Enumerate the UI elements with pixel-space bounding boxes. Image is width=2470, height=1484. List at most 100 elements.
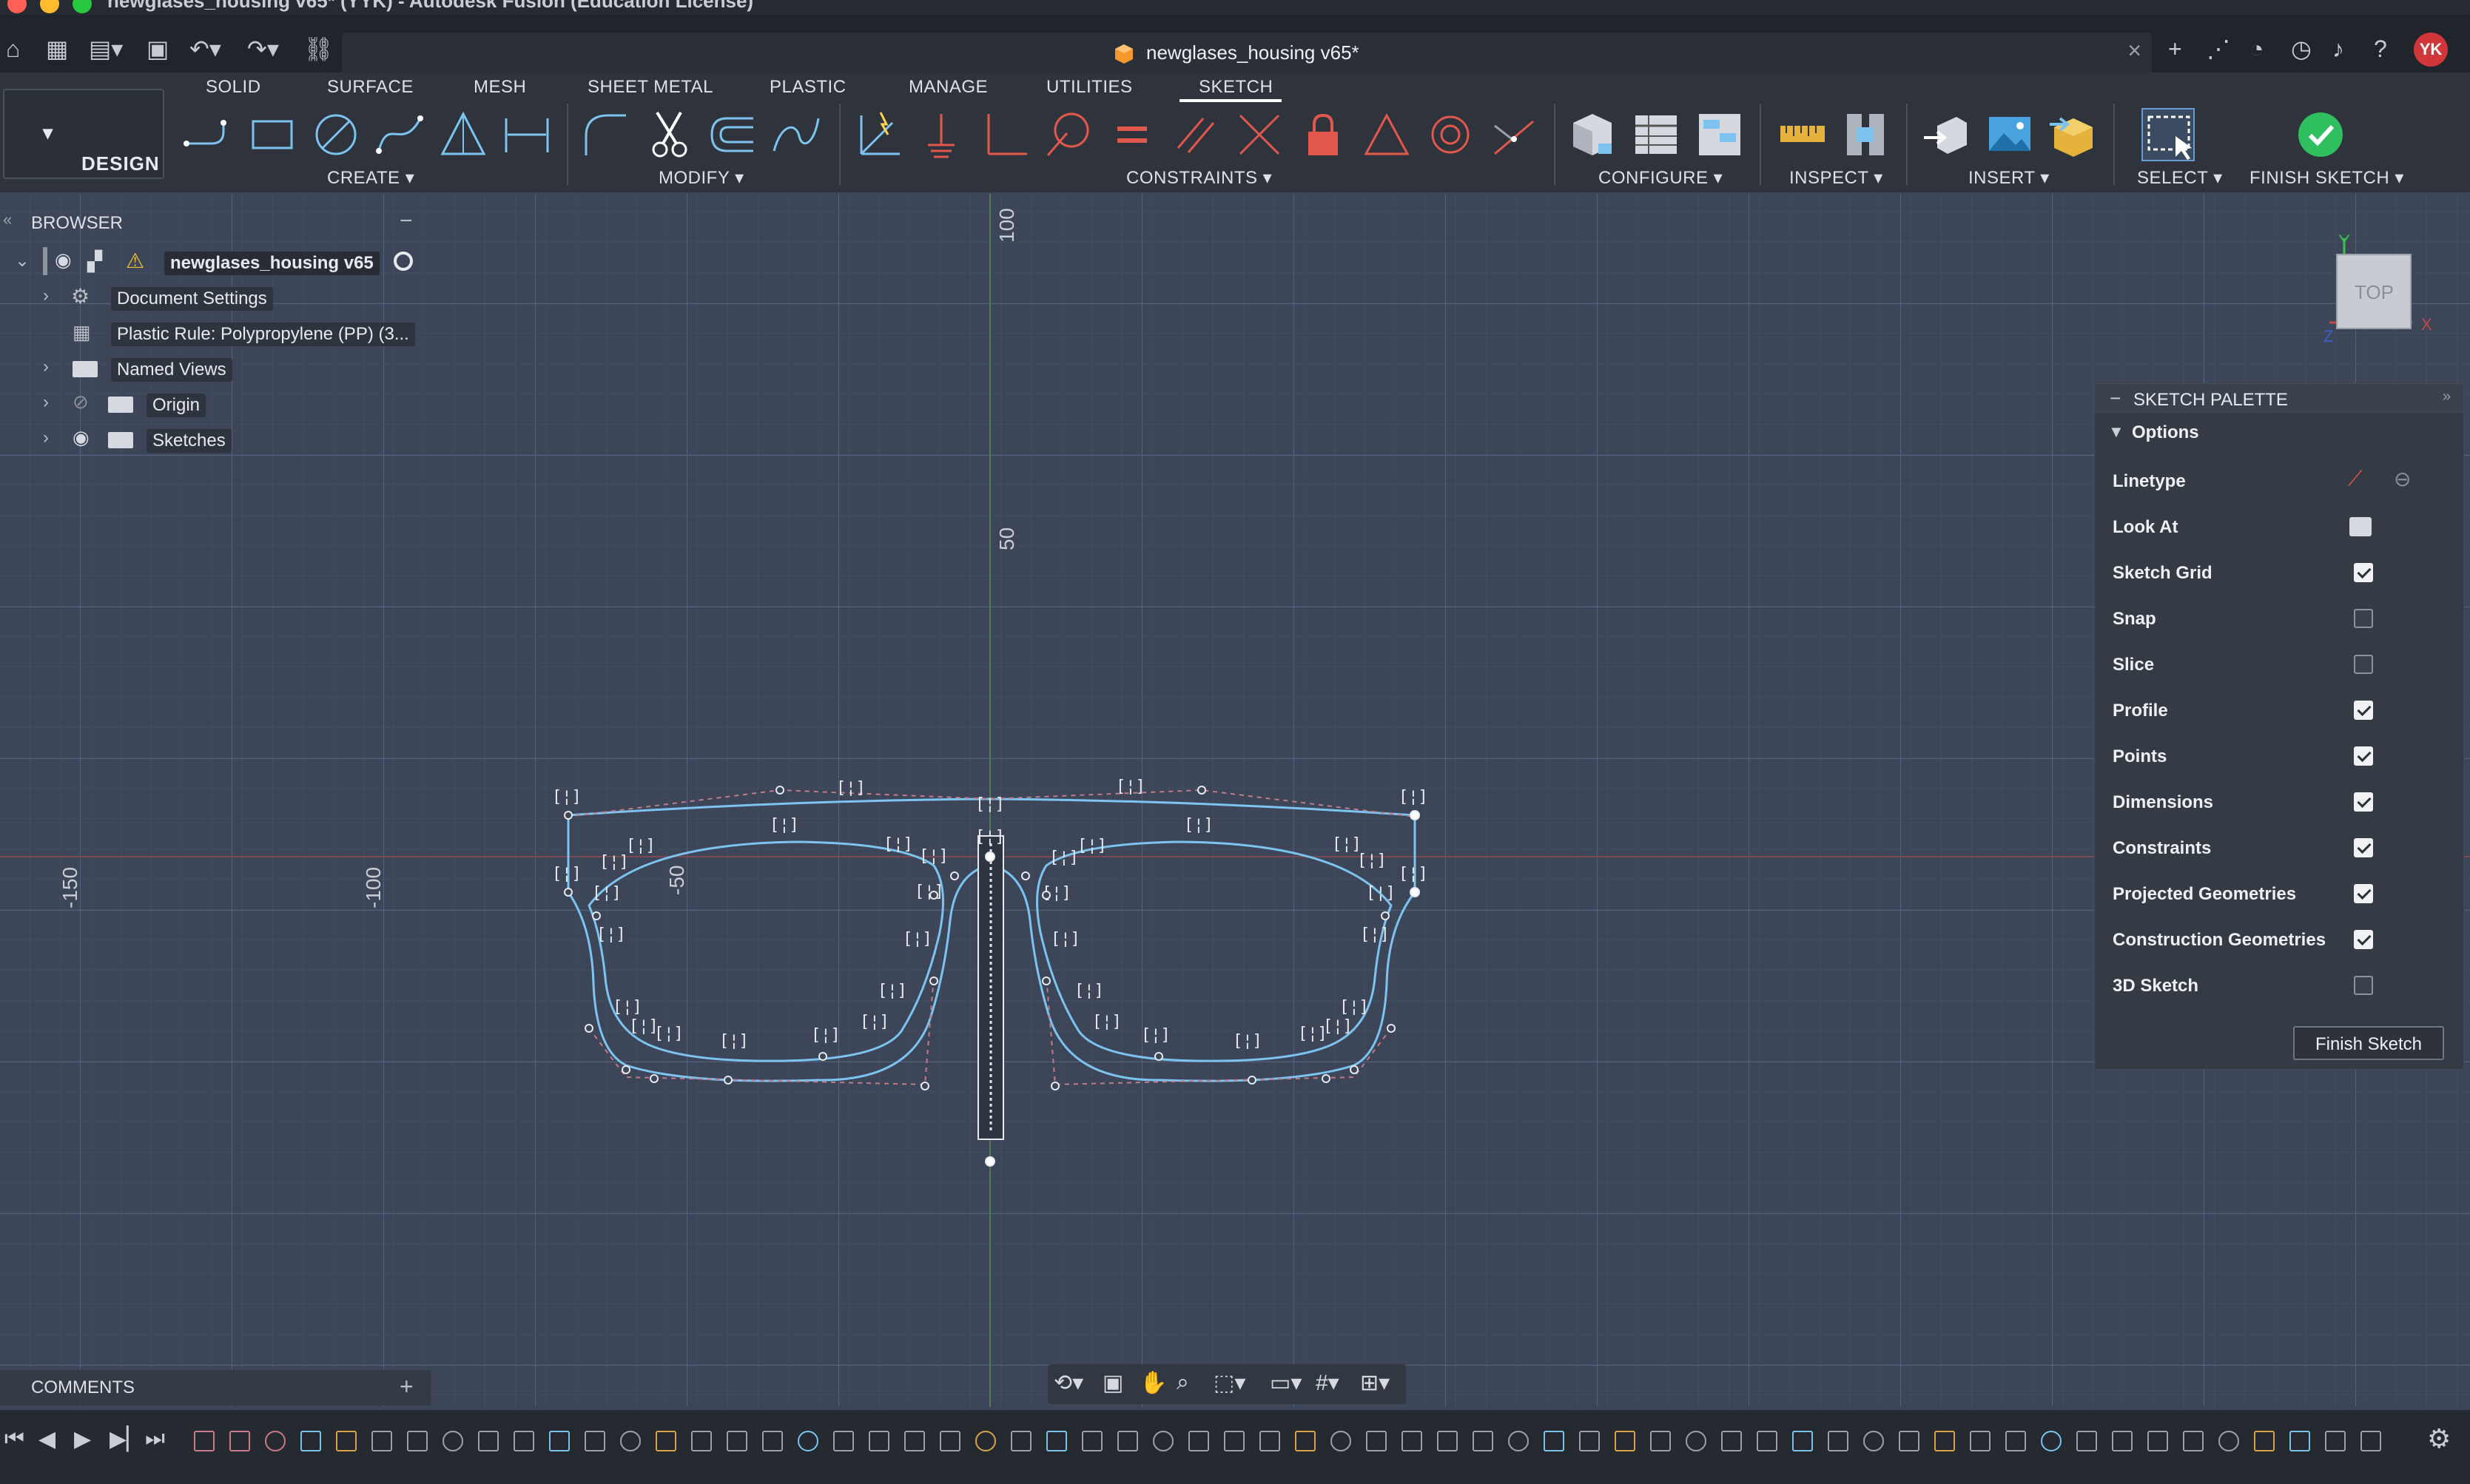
timeline-end-icon[interactable]: ⏭: [145, 1426, 165, 1451]
offset-tool-icon[interactable]: [706, 108, 759, 161]
timeline-feature-icon[interactable]: [1401, 1431, 1422, 1451]
notifications-bell-icon[interactable]: ♪: [2332, 34, 2344, 64]
timeline-feature-icon[interactable]: [2005, 1431, 2026, 1451]
insert-mesh-icon[interactable]: [2047, 108, 2100, 161]
mirror-triangle-tool-icon[interactable]: [437, 108, 490, 161]
projected-geometries-checkbox[interactable]: [2354, 884, 2373, 903]
timeline-feature-icon[interactable]: [300, 1431, 321, 1451]
insert-menu[interactable]: INSERT ▾: [1968, 167, 2050, 189]
timeline-feature-icon[interactable]: [1473, 1431, 1493, 1451]
tab-plastic[interactable]: PLASTIC: [770, 77, 847, 98]
3d-sketch-checkbox[interactable]: [2354, 976, 2373, 995]
timeline-feature-icon[interactable]: [1437, 1431, 1458, 1451]
timeline-feature-icon[interactable]: [1615, 1431, 1635, 1451]
timeline-settings-gear-icon[interactable]: ⚙: [2427, 1423, 2451, 1454]
timeline-feature-icon[interactable]: [585, 1431, 605, 1451]
timeline-feature-icon[interactable]: [1828, 1431, 1848, 1451]
select-menu[interactable]: SELECT ▾: [2137, 167, 2223, 189]
pan-hand-icon[interactable]: ✋: [1140, 1370, 1167, 1396]
timeline-feature-icon[interactable]: [869, 1431, 889, 1451]
tab-utilities[interactable]: UTILITIES: [1046, 77, 1133, 98]
timeline-feature-icon[interactable]: [1544, 1431, 1564, 1451]
help-icon[interactable]: ?: [2374, 34, 2387, 64]
circle-tool-icon[interactable]: [309, 108, 363, 161]
timeline-feature-icon[interactable]: [194, 1431, 215, 1451]
timeline-feature-icon[interactable]: [904, 1431, 925, 1451]
timeline-feature-icon[interactable]: [442, 1431, 463, 1451]
timeline-feature-icon[interactable]: [1188, 1431, 1209, 1451]
constraints-checkbox[interactable]: [2354, 838, 2373, 857]
save-icon[interactable]: ▣: [147, 34, 169, 64]
timeline-feature-icon[interactable]: [1934, 1431, 1955, 1451]
browser-collapse-icon[interactable]: «: [3, 210, 12, 229]
look-at-icon[interactable]: [2349, 517, 2372, 536]
timeline-step-forward-icon[interactable]: ▶▏: [110, 1426, 144, 1452]
chevron-down-icon[interactable]: ⌄: [15, 250, 30, 271]
home-icon[interactable]: ⌂: [6, 34, 20, 64]
comments-panel[interactable]: COMMENTS +: [0, 1370, 431, 1406]
timeline-feature-icon[interactable]: [762, 1431, 783, 1451]
timeline-feature-icon[interactable]: [265, 1431, 286, 1451]
timeline-feature-icon[interactable]: [2041, 1431, 2062, 1451]
timeline-feature-icon[interactable]: [407, 1431, 428, 1451]
concentric-constraint-icon[interactable]: [1424, 108, 1477, 161]
timeline-feature-icon[interactable]: [1046, 1431, 1067, 1451]
fix-unfix-constraint-icon[interactable]: [915, 108, 968, 161]
symmetry-constraint-icon[interactable]: [1360, 108, 1413, 161]
rectangle-tool-icon[interactable]: [246, 108, 299, 161]
visibility-eye-icon[interactable]: ◉: [73, 426, 90, 449]
orbit-icon[interactable]: ⟲▾: [1054, 1370, 1083, 1396]
timeline-feature-icon[interactable]: [2218, 1431, 2239, 1451]
dimensions-checkbox[interactable]: [2354, 792, 2373, 812]
timeline-feature-icon[interactable]: [833, 1431, 854, 1451]
timeline-feature-icon[interactable]: [1899, 1431, 1919, 1451]
auto-constrain-icon[interactable]: [851, 108, 904, 161]
perpendicular-constraint-icon[interactable]: [978, 108, 1032, 161]
tab-manage[interactable]: MANAGE: [909, 77, 988, 98]
trim-scissors-icon[interactable]: [642, 108, 696, 161]
configuration-rules-icon[interactable]: [1693, 108, 1746, 161]
timeline-feature-icon[interactable]: [2147, 1431, 2168, 1451]
timeline-feature-icon[interactable]: [514, 1431, 534, 1451]
undo-icon[interactable]: ↶▾: [189, 34, 221, 64]
sketch-grid-checkbox[interactable]: [2354, 563, 2373, 582]
timeline-feature-icon[interactable]: [727, 1431, 747, 1451]
timeline-feature-icon[interactable]: [2112, 1431, 2133, 1451]
interference-inspect-icon[interactable]: [1840, 108, 1893, 161]
sketch-dimension-tool-icon[interactable]: [500, 108, 553, 161]
create-menu[interactable]: CREATE ▾: [327, 167, 414, 189]
browser-root-item[interactable]: ⌄ ◉ ▞ ⚠ newglases_housing v65: [0, 247, 431, 277]
zoom-window-button[interactable]: [73, 0, 92, 13]
timeline-feature-icon[interactable]: [1224, 1431, 1245, 1451]
timeline-feature-icon[interactable]: [336, 1431, 357, 1451]
timeline-feature-icon[interactable]: [2076, 1431, 2097, 1451]
grid-snaps-icon[interactable]: #▾: [1316, 1370, 1339, 1396]
timeline-feature-icon[interactable]: [371, 1431, 392, 1451]
chevron-right-icon[interactable]: ›: [43, 428, 49, 448]
timeline-feature-icon[interactable]: [1117, 1431, 1138, 1451]
tab-solid[interactable]: SOLID: [206, 77, 261, 98]
workspace-switcher-button[interactable]: DESIGN ▾: [3, 89, 164, 179]
browser-item-plastic-rule[interactable]: ▦ Plastic Rule: Polypropylene (PP) (3...: [0, 318, 431, 348]
timeline-feature-icon[interactable]: [1366, 1431, 1387, 1451]
configure-menu[interactable]: CONFIGURE ▾: [1598, 167, 1723, 189]
timeline-feature-icon[interactable]: [975, 1431, 996, 1451]
timeline-feature-icon[interactable]: [940, 1431, 960, 1451]
spline-tool-icon[interactable]: [373, 108, 426, 161]
timeline-feature-icon[interactable]: [1579, 1431, 1600, 1451]
finish-sketch-button[interactable]: Finish Sketch: [2293, 1026, 2444, 1060]
timeline-feature-icon[interactable]: [656, 1431, 676, 1451]
document-tab[interactable]: newglases_housing v65* ×: [342, 33, 2152, 72]
constraints-menu[interactable]: CONSTRAINTS ▾: [1126, 167, 1272, 189]
construction-geometries-checkbox[interactable]: [2354, 930, 2373, 949]
new-tab-plus-icon[interactable]: +: [2168, 34, 2182, 64]
window-select-icon[interactable]: [2141, 108, 2195, 161]
timeline-feature-icon[interactable]: [1650, 1431, 1671, 1451]
sketch-palette-header[interactable]: − SKETCH PALETTE »: [2095, 384, 2463, 414]
tab-sketch[interactable]: SKETCH: [1199, 77, 1273, 98]
data-panel-grid-icon[interactable]: ▦: [46, 34, 68, 64]
timeline-feature-icon[interactable]: [1082, 1431, 1103, 1451]
timeline-feature-icon[interactable]: [1011, 1431, 1032, 1451]
tab-mesh[interactable]: MESH: [474, 77, 526, 98]
equal-constraint-icon[interactable]: [1106, 108, 1159, 161]
